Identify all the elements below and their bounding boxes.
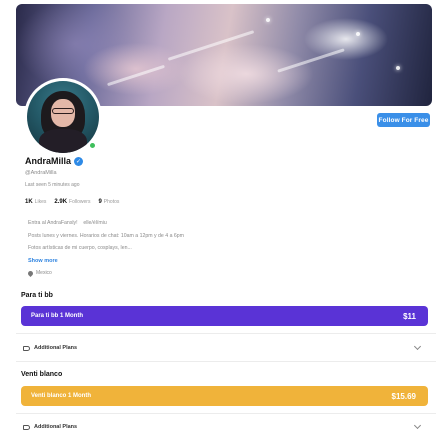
chevron-down-icon (413, 421, 422, 430)
verified-icon: ✓ (74, 156, 84, 166)
additional-plans-label: Additional Plans (34, 345, 78, 351)
stat-likes: 1K Likes (25, 199, 47, 205)
profile-name: AndraMilla (25, 156, 72, 166)
subscribe-plan-button[interactable]: Para ti bb 1 Month $11 (21, 306, 428, 326)
location-text: Mexico (36, 270, 52, 276)
profile-bio: Entra al AndraFansly! elle/él/miu Posts … (28, 217, 328, 255)
plan-price: $15.69 (391, 391, 416, 401)
plan-section-title: Venti blanco (21, 371, 63, 378)
plan-section-title: Para ti bb (21, 292, 53, 299)
chevron-down-icon (413, 342, 422, 351)
plan-price: $11 (403, 311, 416, 321)
stat-followers: 2.9K Followers (54, 199, 91, 205)
location-pin-icon (26, 269, 35, 277)
profile-handle: @AndraMilla (25, 170, 57, 176)
additional-plans-toggle[interactable]: Additional Plans (21, 421, 428, 433)
subscribe-plan-button[interactable]: Venti blanco 1 Month $15.69 (21, 386, 428, 406)
stat-photos: 9 Photos (98, 199, 120, 205)
plan-label: Venti blanco 1 Month (31, 393, 92, 399)
divider (16, 361, 436, 362)
location: Mexico (26, 269, 52, 277)
divider (16, 413, 436, 414)
show-more-link[interactable]: Show more (28, 258, 58, 264)
plan-label: Para ti bb 1 Month (31, 313, 84, 319)
follow-button[interactable]: Follow For Free (377, 113, 430, 127)
tag-icon (23, 424, 30, 430)
divider (16, 333, 436, 334)
last-seen-text: Last seen 5 minutes ago (25, 182, 80, 188)
bio-line: Fotos artísticas de mi cuerpo, cosplays,… (28, 245, 132, 251)
additional-plans-toggle[interactable]: Additional Plans (21, 342, 428, 354)
profile-name-row: AndraMilla ✓ (25, 156, 84, 166)
online-status-dot (88, 141, 97, 150)
additional-plans-label: Additional Plans (34, 424, 78, 430)
profile-stats: 1K Likes 2.9K Followers 9 Photos (25, 199, 119, 205)
tag-icon (23, 345, 30, 351)
bio-line: Entra al AndraFansly! elle/él/miu (28, 220, 107, 226)
bio-line: Posts lunes y viernes. Horarios de chat:… (28, 232, 184, 239)
